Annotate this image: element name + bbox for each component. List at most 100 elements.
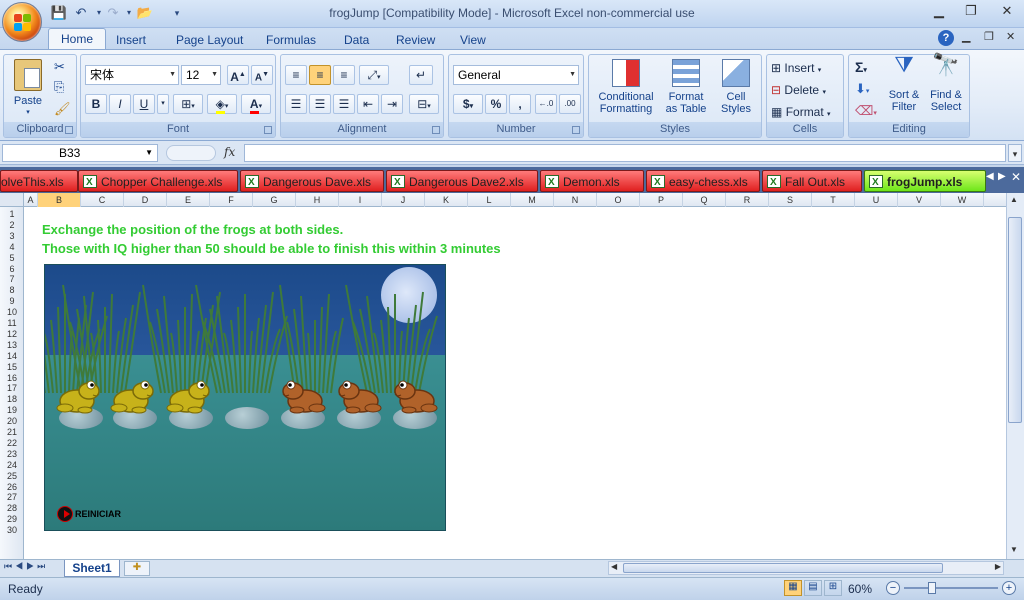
column-header[interactable]: G [253, 193, 296, 207]
clear-icon[interactable]: ⌫▾ [855, 103, 877, 119]
column-header[interactable]: H [296, 193, 339, 207]
align-left-icon[interactable]: ☰ [285, 94, 307, 114]
cut-icon[interactable]: ✂ [54, 59, 65, 75]
align-middle-icon[interactable]: ≡ [309, 65, 331, 85]
autosum-button[interactable]: Σ▾ [855, 59, 867, 75]
merge-center-icon[interactable]: ⊟▾ [409, 94, 439, 114]
wrap-text-icon[interactable]: ↵ [409, 65, 433, 85]
frog-jump-game[interactable]: REINICIAR [44, 264, 446, 531]
row-header[interactable]: 24 [0, 460, 24, 470]
name-box[interactable]: B33 ▼ [2, 144, 158, 162]
zoom-out-icon[interactable]: − [886, 581, 900, 595]
increase-decimal-icon[interactable]: ←.0 [535, 94, 557, 114]
column-header[interactable]: D [124, 193, 167, 207]
green-frog[interactable] [165, 375, 215, 415]
row-header[interactable]: 23 [0, 449, 24, 459]
row-header[interactable]: 19 [0, 405, 24, 415]
row-header[interactable]: 28 [0, 503, 24, 513]
bold-button[interactable]: B [85, 94, 107, 114]
column-header[interactable]: E [167, 193, 210, 207]
normal-view-icon[interactable]: ▦ [784, 580, 802, 596]
scroll-right-icon[interactable]: ▶ [995, 562, 1001, 571]
row-header[interactable]: 9 [0, 296, 24, 306]
row-header[interactable]: 6 [0, 264, 24, 274]
column-header[interactable]: B [38, 193, 81, 207]
percent-button[interactable]: % [485, 94, 507, 114]
number-launcher-icon[interactable] [572, 126, 580, 134]
brown-frog[interactable] [277, 375, 327, 415]
workbook-tab[interactable]: olveThis.xls [0, 170, 78, 192]
row-header[interactable]: 10 [0, 307, 24, 317]
align-right-icon[interactable]: ☰ [333, 94, 355, 114]
row-header[interactable]: 13 [0, 340, 24, 350]
vertical-scrollbar[interactable]: ▲ ▼ [1006, 193, 1024, 559]
row-header[interactable]: 26 [0, 482, 24, 492]
scroll-up-icon[interactable]: ▲ [1010, 195, 1018, 204]
column-header[interactable]: Q [683, 193, 726, 207]
restart-button[interactable]: REINICIAR [57, 505, 121, 523]
column-header[interactable]: F [210, 193, 253, 207]
tab-view[interactable]: View [448, 30, 498, 50]
alignment-launcher-icon[interactable] [432, 126, 440, 134]
cell-styles-button[interactable]: Cell Styles [713, 59, 759, 115]
stone-pad[interactable] [225, 407, 269, 429]
italic-button[interactable]: I [109, 94, 131, 114]
grow-font-button[interactable]: A▲ [227, 65, 249, 85]
row-header[interactable]: 20 [0, 416, 24, 426]
column-header[interactable]: R [726, 193, 769, 207]
orientation-icon[interactable]: ⤢▾ [359, 65, 389, 85]
page-break-view-icon[interactable]: ⊞ [824, 580, 842, 596]
tab-data[interactable]: Data [332, 30, 381, 50]
number-format-combo[interactable]: General ▼ [453, 65, 579, 85]
row-header[interactable]: 17 [0, 383, 24, 393]
column-header[interactable]: K [425, 193, 468, 207]
currency-button[interactable]: $▾ [453, 94, 483, 114]
select-all-corner[interactable] [0, 193, 24, 207]
minimize-button[interactable]: ▁ [926, 2, 952, 20]
restore-button[interactable]: ❐ [958, 2, 984, 20]
workbook-restore-icon[interactable]: ❐ [984, 30, 994, 43]
zoom-level[interactable]: 60% [848, 582, 872, 596]
brown-frog[interactable] [333, 375, 383, 415]
borders-button[interactable]: ⊞▾ [173, 94, 203, 114]
workbook-close-icon[interactable]: ✕ [1006, 30, 1015, 43]
scroll-down-icon[interactable]: ▼ [1010, 545, 1018, 554]
find-select-button[interactable]: 🔭 Find & Select [925, 54, 967, 114]
row-header[interactable]: 25 [0, 471, 24, 481]
row-header[interactable]: 5 [0, 253, 24, 263]
office-button[interactable] [2, 2, 42, 42]
green-frog[interactable] [55, 375, 105, 415]
brown-frog[interactable] [389, 375, 439, 415]
column-header[interactable]: M [511, 193, 554, 207]
row-header[interactable]: 16 [0, 373, 24, 383]
delete-cells-button[interactable]: ⊟ Delete ▾ [771, 83, 826, 97]
insert-cells-button[interactable]: ⊞ Insert ▾ [771, 61, 821, 75]
column-header[interactable]: P [640, 193, 683, 207]
shrink-font-button[interactable]: A▼ [251, 65, 273, 85]
row-header[interactable]: 29 [0, 514, 24, 524]
fill-color-button[interactable]: ◈▾ [207, 94, 237, 114]
row-header[interactable]: 3 [0, 231, 24, 241]
format-cells-button[interactable]: ▦ Format ▾ [771, 105, 831, 119]
row-header[interactable]: 11 [0, 318, 24, 328]
horizontal-scrollbar[interactable]: ◀ ▶ [608, 561, 1004, 575]
horizontal-scroll-thumb[interactable] [623, 563, 943, 573]
tab-home[interactable]: Home [48, 28, 107, 50]
row-header[interactable]: 12 [0, 329, 24, 339]
comma-button[interactable]: , [509, 94, 531, 114]
close-button[interactable]: ✕ [994, 2, 1020, 20]
column-header[interactable]: C [81, 193, 124, 207]
zoom-in-icon[interactable]: + [1002, 581, 1016, 595]
font-launcher-icon[interactable] [264, 126, 272, 134]
column-header[interactable]: T [812, 193, 855, 207]
copy-icon[interactable]: ⎘ [54, 79, 64, 95]
vertical-scroll-thumb[interactable] [1008, 217, 1022, 423]
format-painter-icon[interactable]: 🖌 [54, 101, 71, 117]
tab-page-layout[interactable]: Page Layout [164, 30, 255, 50]
formula-expand-handle[interactable] [166, 145, 216, 161]
sheet-tab-sheet1[interactable]: Sheet1 [64, 560, 120, 577]
page-layout-view-icon[interactable]: ▤ [804, 580, 822, 596]
tabs-next-icon[interactable]: ▶ [998, 171, 1006, 182]
align-center-icon[interactable]: ☰ [309, 94, 331, 114]
formula-expand-icon[interactable]: ▾ [1008, 144, 1022, 162]
